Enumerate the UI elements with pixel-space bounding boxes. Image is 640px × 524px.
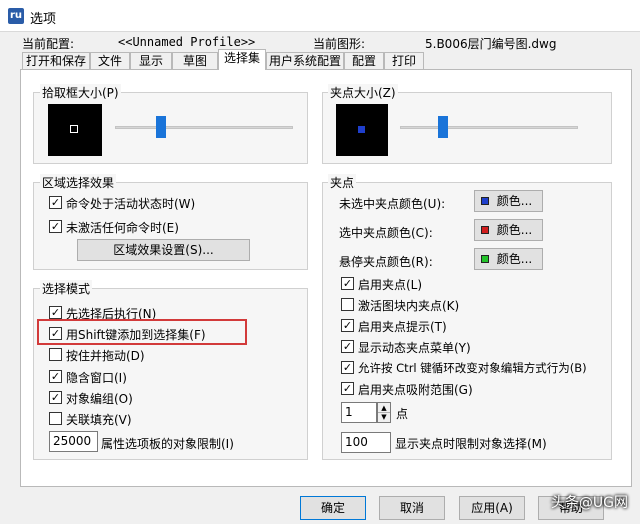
noun-verb-checkbox[interactable]: ✓ [49,306,62,319]
press-drag-checkbox[interactable] [49,348,62,361]
ctrl-cycle-checkbox[interactable]: ✓ [341,361,354,374]
color-swatch-icon [481,255,489,263]
grips-in-blocks-label: 激活图块内夹点(K) [358,299,460,313]
associative-hatch-label: 关联填充(V) [66,413,132,427]
tab-files[interactable]: 文件 [90,52,130,69]
window-title: 选项 [30,12,57,27]
enable-grips-checkbox[interactable]: ✓ [341,277,354,290]
highlight-annotation [37,319,247,345]
color-swatch-icon [481,226,489,234]
area-no-command-label: 未激活任何命令时(E) [66,221,179,235]
implied-window-checkbox[interactable]: ✓ [49,370,62,383]
grip-object-limit-input[interactable]: 100 [341,432,391,453]
area-active-command-label: 命令处于活动状态时(W) [66,197,196,211]
hover-grip-color-button[interactable]: 颜色... [474,248,543,270]
tab-user-preferences[interactable]: 用户系统配置 [266,52,344,69]
grip-snap-unit: 点 [396,407,409,421]
current-drawing-value: 5.B006层门编号图.dwg [425,37,557,51]
unselected-grip-color-label: 未选中夹点颜色(U): [339,197,446,211]
selected-grip-color-text: 颜色... [496,223,533,237]
associative-hatch-checkbox[interactable] [49,412,62,425]
ctrl-cycle-label: 允许按 Ctrl 键循环改变对象编辑方式行为(B) [358,361,587,375]
unselected-grip-color-text: 颜色... [496,194,533,208]
selection-mode-title: 选择模式 [40,280,93,297]
cancel-button[interactable]: 取消 [379,496,445,520]
tab-profiles[interactable]: 配置 [344,52,384,69]
grip-snap-range-checkbox[interactable]: ✓ [341,382,354,395]
grip-object-limit-label: 显示夹点时限制对象选择(M) [395,437,547,451]
area-no-command-checkbox[interactable]: ✓ [49,220,62,233]
press-drag-label: 按住并拖动(D) [66,349,145,363]
area-effect-settings-button[interactable]: 区域效果设置(S)... [77,239,250,261]
grip-snap-range-label: 启用夹点吸附范围(G) [358,383,473,397]
grip-tips-label: 启用夹点提示(T) [358,320,447,334]
unselected-grip-color-button[interactable]: 颜色... [474,190,543,212]
app-icon: ru [8,8,24,24]
selected-grip-color-button[interactable]: 颜色... [474,219,543,241]
grip-size-slider-thumb[interactable] [437,116,448,138]
grip-size-slider-track[interactable] [400,126,578,129]
tab-plot[interactable]: 打印 [384,52,424,69]
properties-limit-input[interactable]: 25000 [49,431,98,452]
area-selection-title: 区域选择效果 [40,174,117,191]
current-drawing-label: 当前图形: [313,37,366,51]
ok-button[interactable]: 确定 [300,496,366,520]
tab-drafting[interactable]: 草图 [172,52,218,69]
dynamic-grip-menu-checkbox[interactable]: ✓ [341,340,354,353]
spin-down-icon[interactable]: ▼ [378,413,390,422]
color-swatch-icon [481,197,489,205]
implied-window-label: 隐含窗口(I) [66,371,127,385]
pickbox-slider-thumb[interactable] [156,116,167,138]
grip-snap-spinner[interactable]: ▲ ▼ [377,402,391,423]
object-group-checkbox[interactable]: ✓ [49,391,62,404]
hover-grip-color-text: 颜色... [496,252,533,266]
pickbox-title: 拾取框大小(P) [40,84,121,101]
title-bar: ru 选项 [0,0,640,32]
grip-tips-checkbox[interactable]: ✓ [341,319,354,332]
apply-button[interactable]: 应用(A) [459,496,525,520]
enable-grips-label: 启用夹点(L) [358,278,423,292]
grips-in-blocks-checkbox[interactable] [341,298,354,311]
object-group-label: 对象编组(O) [66,392,133,406]
spin-up-icon[interactable]: ▲ [378,403,390,413]
current-profile-value: <<Unnamed Profile>> [118,35,256,49]
pickbox-preview [48,104,102,156]
selected-grip-color-label: 选中夹点颜色(C): [339,226,433,240]
hover-grip-color-label: 悬停夹点颜色(R): [339,255,433,269]
grip-snap-value-input[interactable]: 1 [341,402,377,423]
area-active-command-checkbox[interactable]: ✓ [49,196,62,209]
tab-selection[interactable]: 选择集 [218,49,266,70]
properties-limit-label: 属性选项板的对象限制(I) [101,437,234,451]
tab-display[interactable]: 显示 [130,52,172,69]
grip-square-icon [358,126,365,133]
grip-size-title: 夹点大小(Z) [328,84,398,101]
current-profile-label: 当前配置: [22,37,75,51]
tab-open-save[interactable]: 打开和保存 [22,52,90,69]
pickbox-square-icon [70,125,78,133]
grip-size-preview [336,104,388,156]
pickbox-slider-track[interactable] [115,126,293,129]
watermark: 头条@UG网 [550,495,628,511]
grips-title: 夹点 [328,174,357,191]
dynamic-grip-menu-label: 显示动态夹点菜单(Y) [358,341,471,355]
